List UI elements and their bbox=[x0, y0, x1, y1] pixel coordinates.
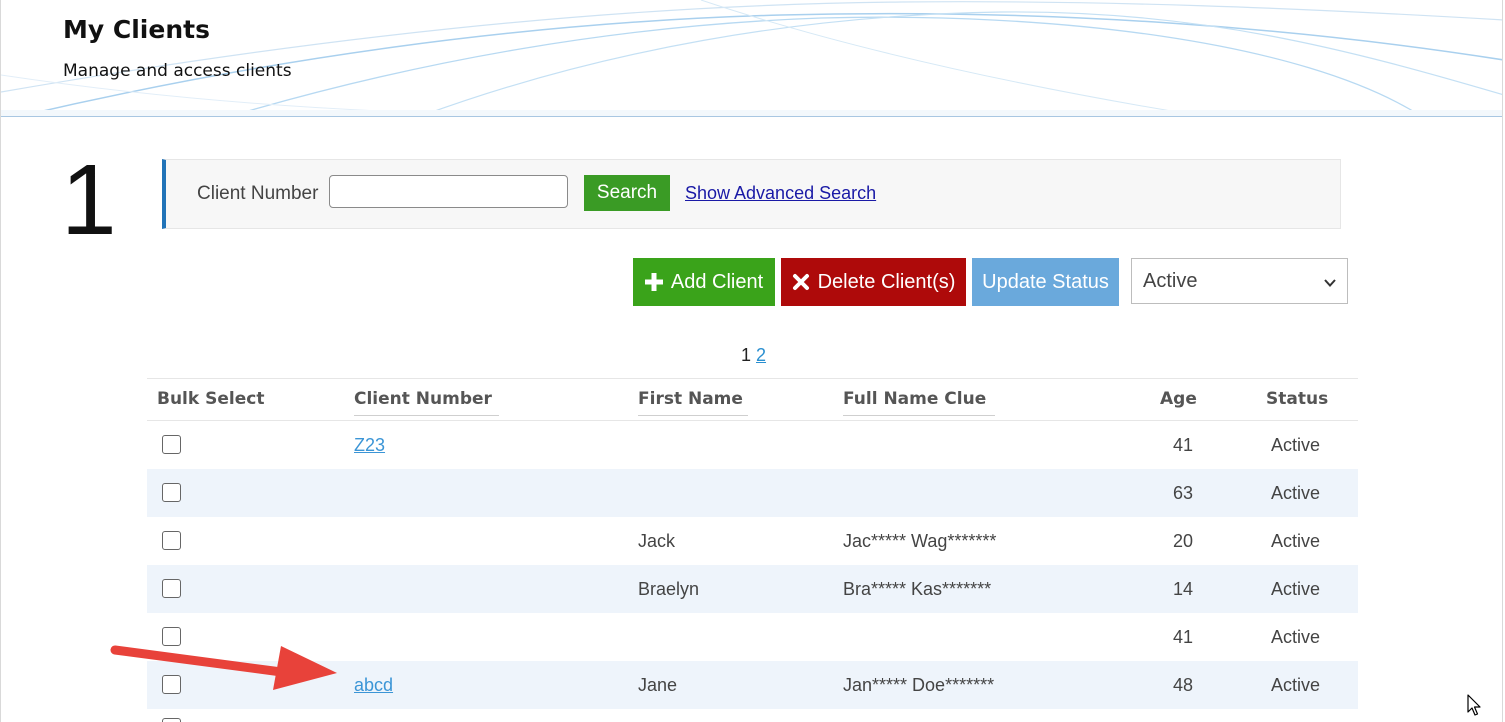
age-cell: 41 bbox=[1173, 435, 1194, 455]
row-checkbox[interactable] bbox=[162, 531, 181, 550]
plus-icon bbox=[644, 273, 663, 291]
table-row: Braelyn Bra***** Kas******* 14 Active bbox=[147, 565, 1358, 613]
table-row: Z23 41 Active bbox=[147, 421, 1358, 469]
column-header-first-name[interactable]: First Name bbox=[638, 389, 748, 416]
page-link-2[interactable]: 2 bbox=[756, 345, 766, 365]
pagination: 12 bbox=[741, 345, 766, 366]
add-client-button[interactable]: Add Client bbox=[633, 258, 775, 306]
status-select[interactable]: Active bbox=[1131, 258, 1348, 304]
status-cell: Active bbox=[1271, 579, 1321, 599]
step-number: 1 bbox=[61, 144, 117, 256]
header-wave-decoration bbox=[1, 0, 1502, 116]
status-select-value: Active bbox=[1143, 269, 1198, 292]
first-name-cell: Jane bbox=[638, 675, 678, 695]
age-cell: 63 bbox=[1173, 483, 1194, 503]
annotation-arrow-icon bbox=[110, 645, 337, 690]
status-cell: Active bbox=[1271, 483, 1321, 503]
full-name-clue-cell: Bra***** Kas******* bbox=[843, 579, 992, 599]
row-checkbox[interactable] bbox=[162, 483, 181, 502]
close-icon bbox=[792, 273, 810, 291]
row-checkbox[interactable] bbox=[162, 579, 181, 598]
first-name-cell: Braelyn bbox=[638, 579, 700, 599]
age-cell: 14 bbox=[1173, 579, 1194, 599]
page-title: My Clients bbox=[63, 15, 210, 44]
status-cell: Active bbox=[1271, 531, 1321, 551]
column-header-bulk-select: Bulk Select bbox=[157, 389, 265, 409]
column-header-full-name-clue[interactable]: Full Name Clue bbox=[843, 389, 995, 416]
mouse-pointer-icon bbox=[1467, 694, 1481, 716]
client-number-search-input[interactable] bbox=[329, 175, 568, 208]
page-header: My Clients Manage and access clients bbox=[1, 0, 1502, 117]
page: My Clients Manage and access clients 1 C… bbox=[0, 0, 1503, 722]
client-number-search-label: Client Number bbox=[197, 183, 319, 204]
age-cell: 20 bbox=[1173, 531, 1194, 551]
add-client-label: Add Client bbox=[670, 270, 764, 293]
age-cell: 41 bbox=[1173, 627, 1194, 647]
row-checkbox[interactable] bbox=[162, 718, 181, 722]
search-panel: Client Number Search Show Advanced Searc… bbox=[162, 159, 1341, 229]
current-page: 1 bbox=[741, 345, 752, 365]
status-cell: Active bbox=[1271, 675, 1321, 695]
column-header-age[interactable]: Age bbox=[1160, 389, 1197, 409]
update-status-button[interactable]: Update Status bbox=[972, 258, 1119, 306]
table-header: Bulk Select Client Number First Name Ful… bbox=[147, 379, 1358, 421]
full-name-clue-cell: Jan***** Doe******* bbox=[843, 675, 995, 695]
delete-clients-button[interactable]: Delete Client(s) bbox=[781, 258, 966, 306]
delete-clients-label: Delete Client(s) bbox=[817, 270, 956, 293]
age-cell: 48 bbox=[1173, 675, 1194, 695]
page-subtitle: Manage and access clients bbox=[63, 61, 292, 81]
search-button[interactable]: Search bbox=[584, 175, 670, 211]
client-number-link[interactable]: abcd bbox=[354, 675, 393, 696]
first-name-cell: Jack bbox=[638, 531, 676, 551]
client-number-link[interactable]: Z23 bbox=[354, 435, 385, 456]
table-row: Jack Jac***** Wag******* 20 Active bbox=[147, 517, 1358, 565]
row-checkbox[interactable] bbox=[162, 435, 181, 454]
full-name-clue-cell: Jac***** Wag******* bbox=[843, 531, 997, 551]
status-cell: Active bbox=[1271, 435, 1321, 455]
table-row: 63 Active bbox=[147, 469, 1358, 517]
chevron-down-icon bbox=[1323, 273, 1337, 296]
status-cell: Active bbox=[1271, 627, 1321, 647]
column-header-client-number[interactable]: Client Number bbox=[354, 389, 499, 416]
column-header-status[interactable]: Status bbox=[1266, 389, 1328, 409]
show-advanced-search-link[interactable]: Show Advanced Search bbox=[685, 183, 876, 204]
